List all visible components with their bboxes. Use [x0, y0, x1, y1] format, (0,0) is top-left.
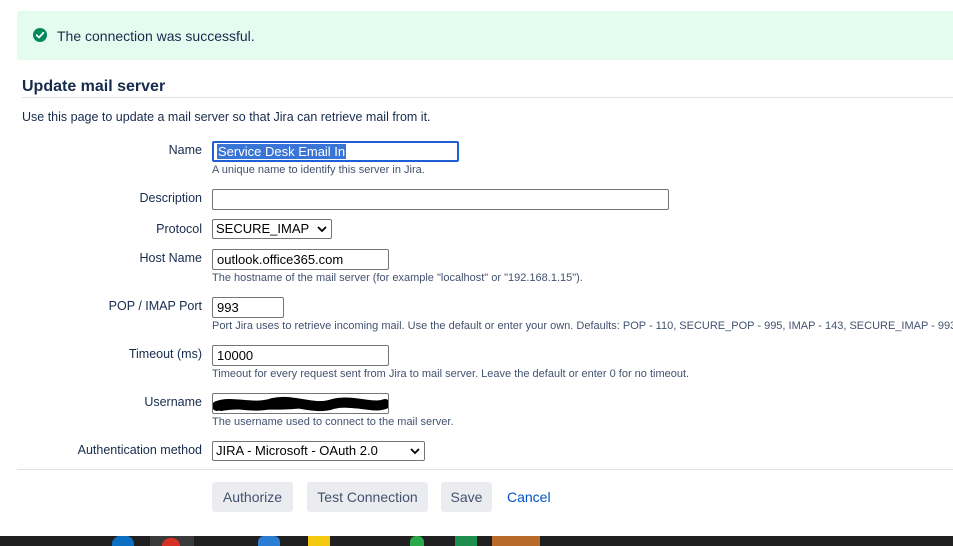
name-label: Name — [168, 143, 202, 157]
host-hint: The hostname of the mail server (for exa… — [212, 272, 583, 284]
auth-method-value: JIRA - Microsoft - OAuth 2.0 — [216, 443, 378, 458]
chevron-down-icon — [410, 448, 420, 455]
taskbar-folder-icon[interactable] — [308, 536, 330, 546]
username-label: Username — [144, 395, 202, 409]
description-input[interactable] — [212, 189, 669, 210]
save-button[interactable]: Save — [441, 482, 492, 512]
timeout-input[interactable]: 10000 — [212, 345, 389, 366]
redaction-scribble — [213, 396, 388, 412]
banner-message: The connection was successful. — [57, 28, 255, 44]
page-title: Update mail server — [22, 78, 166, 95]
cancel-link[interactable]: Cancel — [507, 482, 551, 512]
protocol-select-value: SECURE_IMAP — [216, 221, 310, 236]
taskbar-app-icon[interactable] — [258, 536, 280, 546]
name-input[interactable]: Service Desk Email In — [212, 141, 459, 162]
protocol-select[interactable]: SECURE_IMAP — [212, 219, 332, 239]
taskbar-edge-icon[interactable] — [112, 536, 134, 546]
taskbar-chrome-icon[interactable] — [150, 536, 194, 546]
taskbar-app2-icon[interactable] — [410, 536, 424, 546]
timeout-hint: Timeout for every request sent from Jira… — [212, 368, 690, 380]
protocol-label: Protocol — [156, 222, 202, 236]
username-input[interactable] — [212, 393, 389, 414]
host-label: Host Name — [139, 251, 202, 265]
chevron-down-icon — [317, 226, 327, 233]
username-hint: The username used to connect to the mail… — [212, 416, 454, 428]
taskbar-excel-icon[interactable] — [455, 536, 477, 546]
host-input[interactable]: outlook.office365.com — [212, 249, 389, 270]
actions-divider — [17, 469, 953, 470]
check-circle-icon — [33, 28, 47, 42]
port-label: POP / IMAP Port — [108, 299, 202, 313]
auth-method-select[interactable]: JIRA - Microsoft - OAuth 2.0 — [212, 441, 425, 461]
test-connection-button[interactable]: Test Connection — [307, 482, 428, 512]
page-description: Use this page to update a mail server so… — [22, 110, 431, 124]
name-hint: A unique name to identify this server in… — [212, 164, 425, 176]
name-input-value: Service Desk Email In — [217, 144, 347, 159]
port-hint: Port Jira uses to retrieve incoming mail… — [212, 320, 953, 332]
taskbar — [0, 536, 953, 546]
timeout-label: Timeout (ms) — [128, 347, 202, 361]
title-divider — [22, 97, 953, 98]
port-input[interactable]: 993 — [212, 297, 284, 318]
taskbar-active-app[interactable] — [492, 536, 540, 546]
success-banner: The connection was successful. — [17, 11, 953, 60]
description-label: Description — [139, 191, 202, 205]
auth-label: Authentication method — [77, 443, 202, 457]
authorize-button[interactable]: Authorize — [212, 482, 293, 512]
